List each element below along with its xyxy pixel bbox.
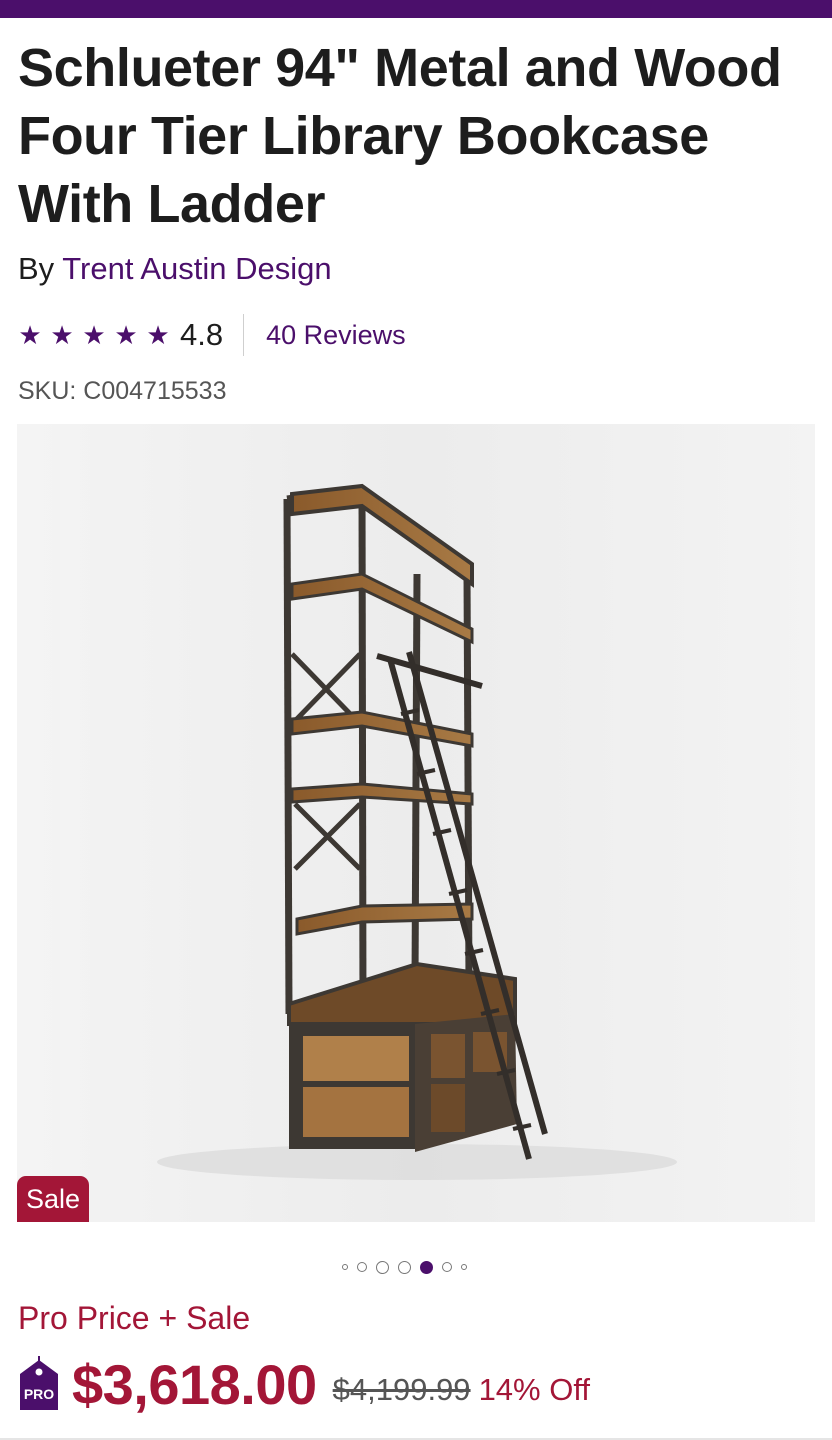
product-title: Schlueter 94" Metal and Wood Four Tier L…: [18, 38, 782, 234]
product-image[interactable]: [17, 424, 815, 1222]
carousel-dot[interactable]: [398, 1260, 411, 1274]
sale-price: $3,618.00: [72, 1352, 317, 1416]
carousel-dot[interactable]: [376, 1260, 389, 1274]
rating-value: 4.8: [180, 317, 224, 352]
star-icon: ★: [82, 320, 106, 350]
top-accent-bar: [0, 0, 832, 18]
rating-divider: [243, 314, 245, 356]
rating-row[interactable]: ★ ★ ★ ★ ★ 4.8 40 Reviews: [18, 312, 406, 358]
pro-tag-icon: PRO: [20, 1356, 58, 1410]
original-price: $4,199.99: [332, 1372, 471, 1407]
price-label: Pro Price + Sale: [18, 1300, 251, 1336]
star-icon: ★: [146, 320, 170, 350]
price-row: PRO $3,618.00 $4,199.99 14% Off: [18, 1348, 590, 1420]
carousel-dot[interactable]: [461, 1264, 467, 1270]
sku: SKU: C004715533: [18, 377, 227, 405]
carousel-dots[interactable]: [342, 1258, 467, 1276]
sale-badge: Sale: [17, 1176, 89, 1222]
star-rating: ★ ★ ★ ★ ★: [18, 312, 170, 358]
reviews-link[interactable]: 40 Reviews: [266, 320, 406, 351]
carousel-dot[interactable]: [442, 1262, 452, 1272]
carousel-dot-active[interactable]: [420, 1260, 433, 1274]
bookcase-with-ladder-photo: [17, 424, 815, 1222]
star-icon: ★: [50, 320, 74, 350]
carousel-dot[interactable]: [357, 1262, 367, 1272]
byline: By Trent Austin Design: [18, 250, 332, 288]
star-icon: ★: [114, 320, 138, 350]
star-icon: ★: [18, 320, 42, 350]
discount-percent: 14% Off: [478, 1372, 590, 1407]
by-label: By: [18, 251, 63, 286]
carousel-dot[interactable]: [342, 1264, 348, 1270]
pro-badge-text: PRO: [24, 1386, 54, 1402]
brand-link[interactable]: Trent Austin Design: [62, 251, 331, 286]
